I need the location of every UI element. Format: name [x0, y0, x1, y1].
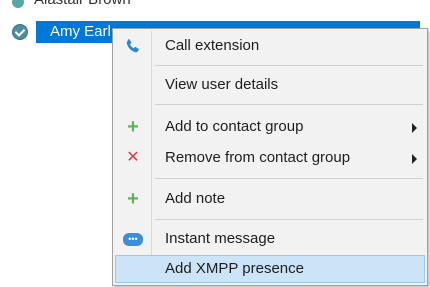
menu-separator — [155, 65, 423, 66]
menu-item-instant-message[interactable]: Instant message — [115, 225, 425, 253]
plus-icon: + — [127, 188, 139, 210]
menu-item-view-user-details[interactable]: View user details — [115, 71, 425, 99]
menu-item-label: View user details — [165, 76, 279, 93]
contact-name: Amy Earl — [50, 23, 111, 40]
menu-separator — [155, 104, 423, 105]
context-menu: Call extension View user details + Add t… — [112, 28, 428, 286]
menu-item-label: Call extension — [165, 37, 260, 54]
menu-separator — [155, 178, 423, 179]
menu-separator — [155, 219, 423, 220]
menu-item-label: Add XMPP presence — [165, 260, 304, 277]
menu-item-label: Add note — [165, 190, 226, 207]
menu-item-remove-from-contact-group[interactable]: ✕ Remove from contact group — [115, 144, 425, 172]
submenu-arrow-icon — [412, 154, 417, 164]
chat-icon — [123, 231, 143, 247]
presence-available-icon — [12, 24, 28, 40]
menu-item-label: Instant message — [165, 230, 276, 247]
menu-item-add-note[interactable]: + Add note — [115, 185, 425, 213]
plus-icon: + — [127, 116, 139, 138]
contact-item-previous[interactable]: Alastair Brown — [0, 0, 200, 11]
menu-item-label: Remove from contact group — [165, 149, 351, 166]
menu-item-add-to-contact-group[interactable]: + Add to contact group — [115, 113, 425, 141]
menu-item-add-xmpp-presence[interactable]: Add XMPP presence — [115, 255, 425, 283]
phone-icon — [125, 38, 141, 54]
contact-name: Alastair Brown — [34, 0, 131, 8]
menu-item-call-extension[interactable]: Call extension — [115, 32, 425, 60]
menu-item-label: Add to contact group — [165, 118, 304, 135]
presence-status-icon — [12, 0, 24, 8]
x-icon: ✕ — [126, 149, 140, 166]
submenu-arrow-icon — [412, 123, 417, 133]
